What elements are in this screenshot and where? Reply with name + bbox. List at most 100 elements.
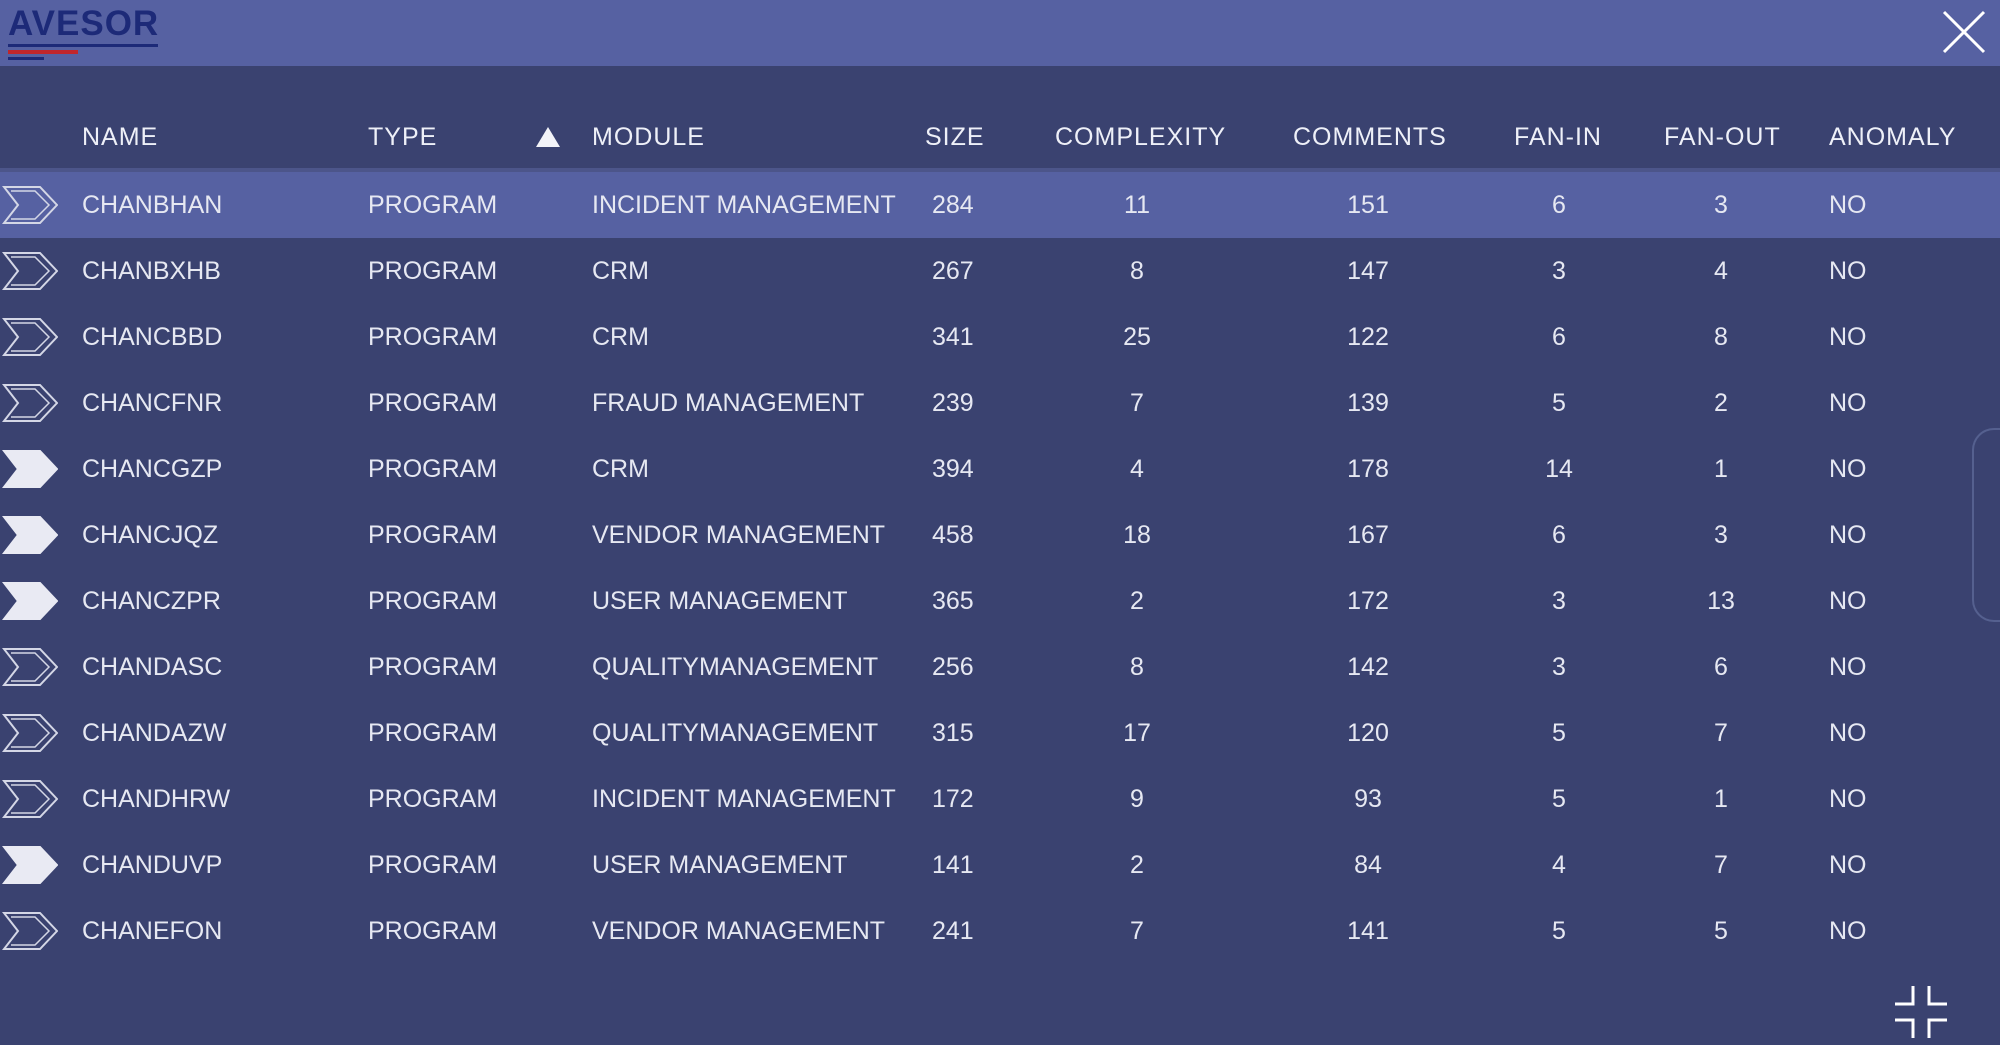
table-row[interactable]: CHANDHRW PROGRAM INCIDENT MANAGEMENT 172 9 93… xyxy=(0,766,2000,832)
cell-comments: 139 xyxy=(1347,389,1389,417)
close-button[interactable] xyxy=(1940,8,1988,56)
column-header-type[interactable]: TYPE xyxy=(368,106,437,168)
cell-size: 394 xyxy=(932,455,974,483)
column-header-complexity[interactable]: COMPLEXITY xyxy=(1055,106,1226,168)
column-header-fan-out[interactable]: FAN-OUT xyxy=(1664,106,1781,168)
title-bar: AVESOR xyxy=(0,0,2000,66)
cell-name: CHANCFNR xyxy=(82,389,223,417)
cell-type: PROGRAM xyxy=(368,389,498,417)
cell-anomaly: NO xyxy=(1829,455,1867,483)
cell-type: PROGRAM xyxy=(368,191,498,219)
row-chevron-outline-icon[interactable] xyxy=(2,779,58,819)
cell-fan-out: 5 xyxy=(1714,917,1728,945)
cell-type: PROGRAM xyxy=(368,521,498,549)
cell-fan-in: 6 xyxy=(1552,521,1566,549)
cell-module: CRM xyxy=(592,257,649,285)
side-panel-handle[interactable] xyxy=(1972,428,2000,622)
logo-underline xyxy=(8,44,158,47)
cell-name: CHANBHAN xyxy=(82,191,223,219)
table-row[interactable]: CHANCBBD PROGRAM CRM 341 25 122 6 8 NO xyxy=(0,304,2000,370)
table-row[interactable]: CHANBXHB PROGRAM CRM 267 8 147 3 4 NO xyxy=(0,238,2000,304)
cell-size: 267 xyxy=(932,257,974,285)
cell-type: PROGRAM xyxy=(368,719,498,747)
cell-anomaly: NO xyxy=(1829,521,1867,549)
sort-ascending-icon[interactable] xyxy=(535,126,561,148)
close-icon xyxy=(1942,10,1986,54)
avesor-logo: AVESOR xyxy=(8,4,168,64)
collapse-button[interactable] xyxy=(1893,984,1949,1040)
cell-size: 458 xyxy=(932,521,974,549)
cell-type: PROGRAM xyxy=(368,785,498,813)
cell-module: INCIDENT MANAGEMENT xyxy=(592,785,896,813)
column-header-comments[interactable]: COMMENTS xyxy=(1293,106,1447,168)
cell-comments: 122 xyxy=(1347,323,1389,351)
cell-fan-out: 3 xyxy=(1714,191,1728,219)
cell-complexity: 7 xyxy=(1130,917,1144,945)
row-chevron-outline-icon[interactable] xyxy=(2,185,58,225)
table-row[interactable]: CHANDUVP PROGRAM USER MANAGEMENT 141 2 84 4 7 NO xyxy=(0,832,2000,898)
table-row[interactable]: CHANBHAN PROGRAM INCIDENT MANAGEMENT 284 11 1… xyxy=(0,172,2000,238)
column-header-size[interactable]: SIZE xyxy=(925,106,985,168)
table-row[interactable]: CHANCGZP PROGRAM CRM 394 4 178 14 1 NO xyxy=(0,436,2000,502)
table-row[interactable]: CHANCZPR PROGRAM USER MANAGEMENT 365 2 172 3 13… xyxy=(0,568,2000,634)
cell-anomaly: NO xyxy=(1829,257,1867,285)
table-row[interactable]: CHANEFON PROGRAM VENDOR MANAGEMENT 241 7 141 5… xyxy=(0,898,2000,964)
column-header-fan-in[interactable]: FAN-IN xyxy=(1514,106,1602,168)
cell-fan-in: 5 xyxy=(1552,719,1566,747)
cell-module: VENDOR MANAGEMENT xyxy=(592,521,886,549)
row-chevron-filled-icon[interactable] xyxy=(2,581,58,621)
table-row[interactable]: CHANCFNR PROGRAM FRAUD MANAGEMENT 239 7 139 5 2… xyxy=(0,370,2000,436)
cell-fan-out: 4 xyxy=(1714,257,1728,285)
column-header-anomaly[interactable]: ANOMALY xyxy=(1829,106,1956,168)
cell-fan-out: 13 xyxy=(1707,587,1735,615)
cell-name: CHANDAZW xyxy=(82,719,227,747)
cell-module: INCIDENT MANAGEMENT xyxy=(592,191,896,219)
cell-name: CHANDHRW xyxy=(82,785,231,813)
cell-module: FRAUD MANAGEMENT xyxy=(592,389,865,417)
cell-type: PROGRAM xyxy=(368,323,498,351)
cell-fan-in: 3 xyxy=(1552,653,1566,681)
column-header-module[interactable]: MODULE xyxy=(592,106,705,168)
cell-comments: 93 xyxy=(1354,785,1382,813)
cell-complexity: 25 xyxy=(1123,323,1151,351)
row-chevron-outline-icon[interactable] xyxy=(2,713,58,753)
cell-anomaly: NO xyxy=(1829,851,1867,879)
cell-size: 365 xyxy=(932,587,974,615)
cell-anomaly: NO xyxy=(1829,389,1867,417)
cell-name: CHANCZPR xyxy=(82,587,221,615)
row-chevron-outline-icon[interactable] xyxy=(2,911,58,951)
cell-complexity: 2 xyxy=(1130,587,1144,615)
logo-underline-red xyxy=(8,50,78,54)
cell-anomaly: NO xyxy=(1829,719,1867,747)
row-chevron-outline-icon[interactable] xyxy=(2,383,58,423)
cell-module: USER MANAGEMENT xyxy=(592,851,848,879)
cell-type: PROGRAM xyxy=(368,455,498,483)
cell-comments: 142 xyxy=(1347,653,1389,681)
cell-fan-out: 1 xyxy=(1714,455,1728,483)
table-row[interactable]: CHANDASC PROGRAM QUALITYMANAGEMENT 256 8 142 3… xyxy=(0,634,2000,700)
cell-fan-out: 6 xyxy=(1714,653,1728,681)
cell-fan-in: 5 xyxy=(1552,917,1566,945)
cell-type: PROGRAM xyxy=(368,851,498,879)
cell-type: PROGRAM xyxy=(368,257,498,285)
cell-comments: 141 xyxy=(1347,917,1389,945)
row-chevron-filled-icon[interactable] xyxy=(2,449,58,489)
cell-name: CHANDUVP xyxy=(82,851,223,879)
row-chevron-filled-icon[interactable] xyxy=(2,515,58,555)
cell-complexity: 9 xyxy=(1130,785,1144,813)
cell-anomaly: NO xyxy=(1829,587,1867,615)
row-chevron-outline-icon[interactable] xyxy=(2,647,58,687)
table-row[interactable]: CHANDAZW PROGRAM QUALITYMANAGEMENT 315 17 120… xyxy=(0,700,2000,766)
table-body: CHANBHAN PROGRAM INCIDENT MANAGEMENT 284 11 1… xyxy=(0,172,2000,964)
cell-name: CHANCBBD xyxy=(82,323,223,351)
logo-text: AVESOR xyxy=(8,4,160,43)
cell-type: PROGRAM xyxy=(368,587,498,615)
table-row[interactable]: CHANCJQZ PROGRAM VENDOR MANAGEMENT 458 18 167… xyxy=(0,502,2000,568)
cell-comments: 178 xyxy=(1347,455,1389,483)
cell-module: QUALITYMANAGEMENT xyxy=(592,653,879,681)
row-chevron-outline-icon[interactable] xyxy=(2,251,58,291)
row-chevron-outline-icon[interactable] xyxy=(2,317,58,357)
column-header-name[interactable]: NAME xyxy=(82,106,158,168)
row-chevron-filled-icon[interactable] xyxy=(2,845,58,885)
cell-name: CHANBXHB xyxy=(82,257,221,285)
